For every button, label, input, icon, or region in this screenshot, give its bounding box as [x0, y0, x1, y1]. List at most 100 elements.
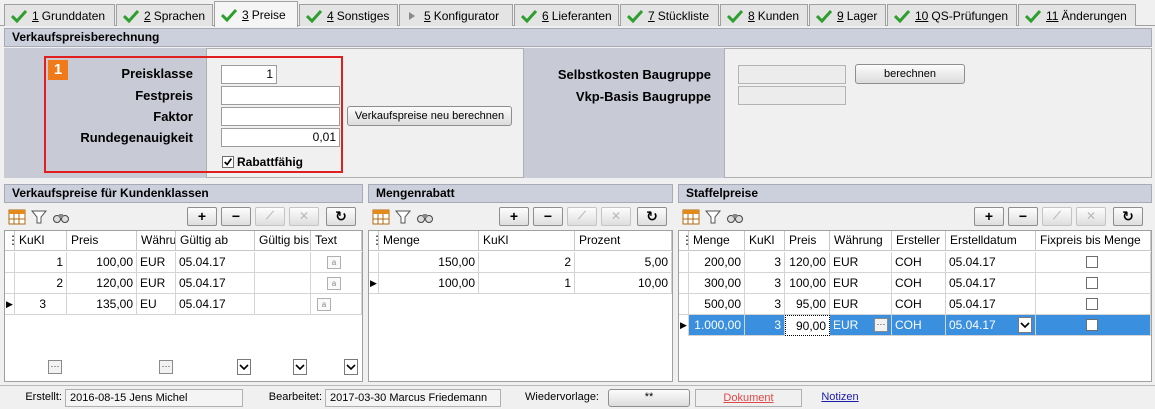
- cell-menge[interactable]: 300,00: [689, 273, 745, 294]
- col-header-kukl[interactable]: KuKl: [479, 231, 575, 251]
- tab-grunddaten[interactable]: 1 Grunddaten: [4, 4, 115, 26]
- berechnen-button[interactable]: berechnen: [855, 64, 965, 84]
- refresh-button[interactable]: ↻: [1113, 207, 1143, 226]
- cell-kukl[interactable]: 1: [15, 252, 67, 273]
- table-row[interactable]: 500,00 3 95,00 EUR COH 05.04.17: [679, 294, 1151, 315]
- edit-row-button[interactable]: ⟋: [567, 207, 597, 226]
- col-header-waehrung[interactable]: Währu: [137, 231, 176, 251]
- cancel-row-button[interactable]: ✕: [601, 207, 631, 226]
- edit-row-button[interactable]: ⟋: [1042, 207, 1072, 226]
- add-row-button[interactable]: +: [499, 207, 529, 226]
- table-row-selected[interactable]: ▶ 1.000,00 3 90,00 EUR ··· COH 05.04.17: [679, 315, 1151, 336]
- cell-text[interactable]: a: [311, 294, 362, 315]
- tab-sonstiges[interactable]: 4 Sonstiges: [299, 4, 398, 26]
- cell-gueltig-ab[interactable]: 05.04.17: [176, 294, 255, 315]
- cell-text[interactable]: a: [311, 273, 362, 294]
- col-header-menge[interactable]: Menge: [379, 231, 479, 251]
- cell-prozent[interactable]: 10,00: [575, 273, 672, 294]
- col-header-preis[interactable]: Preis: [67, 231, 137, 251]
- cell-menge[interactable]: 1.000,00: [689, 315, 745, 336]
- cell-ersteller[interactable]: COH: [892, 294, 946, 315]
- cell-gueltig-ab[interactable]: 05.04.17: [176, 252, 255, 273]
- table-row-current[interactable]: ▶ 100,00 1 10,00: [369, 273, 672, 294]
- cell-waehrung[interactable]: EUR: [830, 273, 892, 294]
- tab-konfigurator[interactable]: 5 Konfigurator: [399, 4, 513, 26]
- col-header-gueltig-bis[interactable]: Gültig bis: [255, 231, 311, 251]
- tab-stueckliste[interactable]: 7 Stückliste: [620, 4, 719, 26]
- dokument-link[interactable]: Dokument: [695, 389, 802, 407]
- cell-menge[interactable]: 100,00: [379, 273, 479, 294]
- rabattfaehig-checkbox[interactable]: [222, 156, 234, 168]
- waehrung-lookup-button[interactable]: ···: [159, 360, 173, 374]
- fixpreis-checkbox[interactable]: [1086, 256, 1098, 268]
- table-row-current[interactable]: ▶ 3 ··· 135,00 EU ··· 05.04.17 a: [5, 294, 362, 375]
- cell-preis[interactable]: 100,00: [785, 273, 830, 294]
- grid-view-icon[interactable]: [682, 208, 700, 226]
- edit-row-button[interactable]: ⟋: [255, 207, 285, 226]
- cell-erstelldatum[interactable]: 05.04.17: [946, 252, 1036, 273]
- table-row[interactable]: 300,00 3 100,00 EUR COH 05.04.17: [679, 273, 1151, 294]
- binoculars-icon[interactable]: [52, 208, 70, 226]
- cell-kukl[interactable]: 3: [745, 294, 785, 315]
- cell-fixpreis[interactable]: [1036, 252, 1151, 273]
- cell-prozent[interactable]: 5,00: [575, 252, 672, 273]
- cell-waehrung[interactable]: EUR: [830, 252, 892, 273]
- cell-ersteller[interactable]: COH: [892, 315, 946, 336]
- preisklasse-input[interactable]: 1: [221, 65, 277, 84]
- cell-erstelldatum[interactable]: 05.04.17: [946, 273, 1036, 294]
- cell-ersteller[interactable]: COH: [892, 273, 946, 294]
- cell-fixpreis[interactable]: [1036, 294, 1151, 315]
- waehrung-lookup-button[interactable]: ···: [874, 318, 888, 332]
- cell-fixpreis[interactable]: [1036, 273, 1151, 294]
- cell-waehrung[interactable]: EUR: [137, 252, 176, 273]
- notizen-link[interactable]: Notizen: [805, 389, 875, 407]
- refresh-button[interactable]: ↻: [637, 207, 667, 226]
- cell-gueltig-bis[interactable]: [255, 294, 311, 315]
- cell-gueltig-ab[interactable]: 05.04.17: [176, 273, 255, 294]
- cell-preis[interactable]: 135,00: [67, 294, 137, 315]
- cell-erstelldatum[interactable]: 05.04.17: [946, 294, 1036, 315]
- grid-view-icon[interactable]: [372, 208, 390, 226]
- cell-ersteller[interactable]: COH: [892, 252, 946, 273]
- wiedervorlage-button[interactable]: **: [608, 389, 690, 407]
- table-row[interactable]: 150,00 2 5,00: [369, 252, 672, 273]
- col-header-text[interactable]: Text: [311, 231, 362, 251]
- tab-preise[interactable]: 3 Preise: [214, 1, 298, 27]
- cell-gueltig-bis[interactable]: [255, 252, 311, 273]
- verkaufspreise-neu-berechnen-button[interactable]: Verkaufspreise neu berechnen: [347, 106, 512, 126]
- remove-row-button[interactable]: −: [533, 207, 563, 226]
- filter-icon[interactable]: [30, 208, 48, 226]
- tab-lager[interactable]: 9 Lager: [809, 4, 886, 26]
- cell-kukl[interactable]: 2: [15, 273, 67, 294]
- cell-fixpreis[interactable]: [1036, 315, 1151, 336]
- cell-preis[interactable]: 120,00: [67, 273, 137, 294]
- cell-kukl[interactable]: 3: [15, 294, 67, 315]
- fixpreis-checkbox[interactable]: [1086, 319, 1098, 331]
- table-row[interactable]: 1 100,00 EUR 05.04.17 a: [5, 252, 362, 273]
- binoculars-icon[interactable]: [726, 208, 744, 226]
- col-header-kukl[interactable]: KuKl: [15, 231, 67, 251]
- table-row[interactable]: 200,00 3 120,00 EUR COH 05.04.17: [679, 252, 1151, 273]
- col-header-ersteller[interactable]: Ersteller: [892, 231, 946, 251]
- refresh-button[interactable]: ↻: [326, 207, 356, 226]
- add-row-button[interactable]: +: [187, 207, 217, 226]
- tab-sprachen[interactable]: 2 Sprachen: [116, 4, 213, 26]
- col-header-waehrung[interactable]: Währung: [830, 231, 892, 251]
- add-row-button[interactable]: +: [974, 207, 1004, 226]
- filter-icon[interactable]: [704, 208, 722, 226]
- remove-row-button[interactable]: −: [221, 207, 251, 226]
- cell-kukl[interactable]: 2: [479, 252, 575, 273]
- tab-kunden[interactable]: 8 Kunden: [720, 4, 808, 26]
- cell-kukl[interactable]: 3: [745, 252, 785, 273]
- remove-row-button[interactable]: −: [1008, 207, 1038, 226]
- table-row[interactable]: 2 120,00 EUR 05.04.17 a: [5, 273, 362, 294]
- cell-preis[interactable]: 100,00: [67, 252, 137, 273]
- tab-lieferanten[interactable]: 6 Lieferanten: [514, 4, 619, 26]
- cell-kukl[interactable]: 3: [745, 273, 785, 294]
- cell-preis[interactable]: 90,00: [785, 315, 830, 336]
- col-header-kukl[interactable]: KuKl: [745, 231, 785, 251]
- cell-waehrung[interactable]: EU: [137, 294, 176, 315]
- erstelldatum-dropdown[interactable]: [1018, 317, 1032, 333]
- cell-menge[interactable]: 200,00: [689, 252, 745, 273]
- cell-preis[interactable]: 95,00: [785, 294, 830, 315]
